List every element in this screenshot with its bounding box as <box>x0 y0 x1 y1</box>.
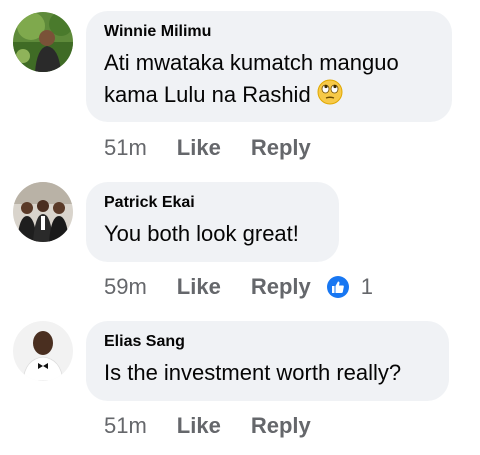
comment-author[interactable]: Elias Sang <box>104 333 431 351</box>
comment-time[interactable]: 59m <box>104 274 147 300</box>
comment-bubble[interactable]: Patrick Ekai You both look great! <box>86 182 339 262</box>
reply-button[interactable]: Reply <box>251 413 311 439</box>
reply-button[interactable]: Reply <box>251 135 311 161</box>
reaction-summary[interactable]: 1 <box>326 274 373 300</box>
reaction-count: 1 <box>360 274 373 299</box>
thumbs-up-icon <box>326 276 349 298</box>
avatar[interactable] <box>13 12 73 72</box>
comment-bubble[interactable]: Winnie Milimu Ati mwataka kumatch manguo… <box>86 11 452 122</box>
comment-text: You both look great! <box>104 221 299 246</box>
reply-button[interactable]: Reply <box>251 274 311 300</box>
comment-time[interactable]: 51m <box>104 413 147 439</box>
comment-meta: 59m Like Reply 1 <box>104 272 373 302</box>
avatar[interactable] <box>13 182 73 242</box>
comment-author[interactable]: Winnie Milimu <box>104 23 434 41</box>
like-button[interactable]: Like <box>177 135 221 161</box>
avatar-photo <box>13 12 73 72</box>
like-button[interactable]: Like <box>177 274 221 300</box>
comment-bubble[interactable]: Elias Sang Is the investment worth reall… <box>86 321 449 401</box>
avatar[interactable] <box>13 321 73 381</box>
rolling-eyes-emoji <box>317 79 343 114</box>
comment-text: Ati mwataka kumatch manguo kama Lulu na … <box>104 47 434 114</box>
comment-time[interactable]: 51m <box>104 135 147 161</box>
comment-text: Is the investment worth really? <box>104 360 402 385</box>
avatar-photo <box>13 182 73 242</box>
comment-meta: 51m Like Reply <box>104 411 311 441</box>
comment-meta: 51m Like Reply <box>104 133 311 163</box>
avatar-photo <box>13 321 73 381</box>
comment-author[interactable]: Patrick Ekai <box>104 194 321 212</box>
like-button[interactable]: Like <box>177 413 221 439</box>
